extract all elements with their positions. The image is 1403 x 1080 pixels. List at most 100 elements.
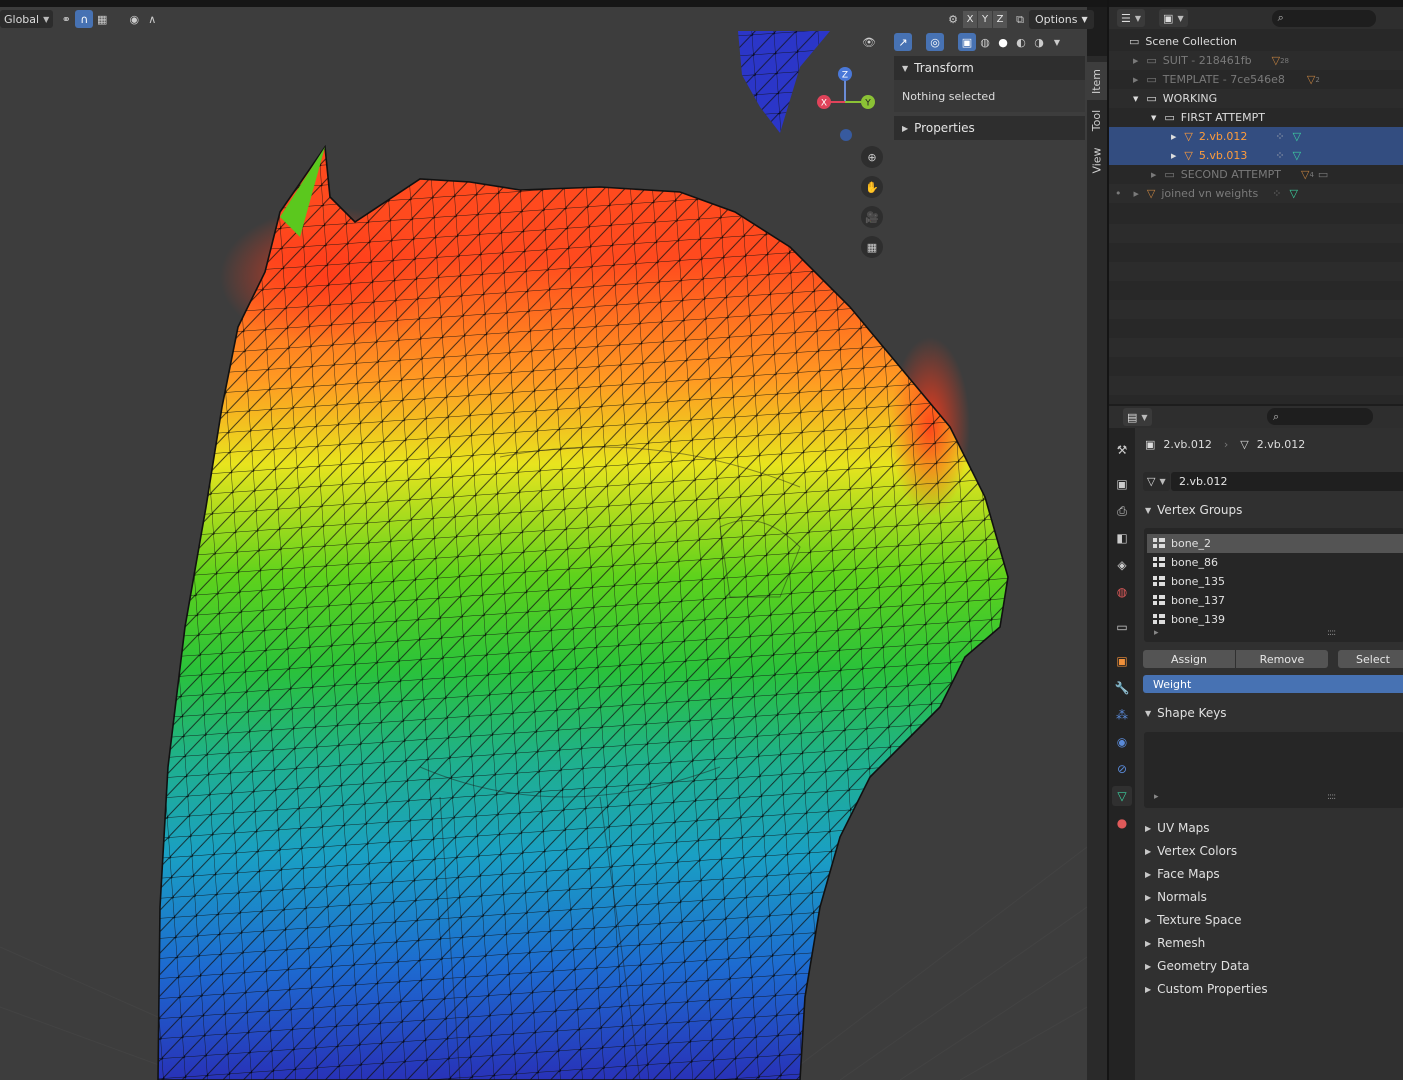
gizmo-neg-z-axis[interactable]: [840, 129, 852, 141]
scene-tab-icon[interactable]: ◈: [1112, 555, 1132, 575]
snap-target-icon[interactable]: ▦: [93, 10, 111, 28]
vertex-groups-icon: ⁘: [1275, 149, 1285, 162]
mesh-browse-dropdown[interactable]: ▽ ▼: [1143, 472, 1170, 491]
filter-dropdown[interactable]: ▣ ▼: [1159, 9, 1188, 27]
list-item[interactable]: bone_86: [1147, 553, 1403, 572]
list-resize-handle[interactable]: ::::: [1327, 628, 1336, 638]
xray-toggle-icon[interactable]: ▣: [958, 33, 976, 51]
ortho-grid-icon[interactable]: ▦: [861, 236, 883, 258]
mirror-icon[interactable]: ⚙: [944, 11, 962, 29]
uv-maps-header[interactable]: ▶ UV Maps: [1135, 817, 1403, 839]
list-item[interactable]: bone_139: [1147, 610, 1403, 629]
outliner-row-5-vb-013[interactable]: ▶ ▽ 5.vb.013 ⁘ ▽: [1109, 146, 1403, 165]
outliner-row-template[interactable]: ▶ ▭ TEMPLATE - 7ce546e8 ▽ 2: [1109, 70, 1403, 89]
axis-x-button[interactable]: X: [963, 11, 977, 28]
list-expand-icon[interactable]: ▸: [1154, 628, 1158, 638]
object-tab-icon[interactable]: ▣: [1112, 651, 1132, 671]
mesh-icon: ▽: [1300, 168, 1310, 181]
orientation-dropdown[interactable]: Global ▼: [0, 10, 54, 28]
world-tab-icon[interactable]: ◍: [1112, 582, 1132, 602]
list-item[interactable]: bone_137: [1147, 591, 1403, 610]
overlay-toggle-icon[interactable]: ◎: [926, 33, 944, 51]
outliner-search-input[interactable]: ⌕: [1271, 9, 1376, 27]
axis-z-button[interactable]: Z: [993, 11, 1007, 28]
visibility-icon[interactable]: 👁: [860, 33, 878, 51]
properties-header[interactable]: ▶ Properties: [894, 116, 1085, 140]
physics-tab-icon[interactable]: ◉: [1112, 732, 1132, 752]
tab-view[interactable]: View: [1087, 142, 1107, 178]
editor-type-dropdown[interactable]: ▤ ▼: [1123, 408, 1152, 426]
section-label: Custom Properties: [1157, 982, 1268, 996]
3d-viewport[interactable]: [0, 7, 1087, 1080]
expand-triangle-icon: ▶: [1145, 938, 1152, 948]
geometry-data-header[interactable]: ▶ Geometry Data: [1135, 955, 1403, 977]
solid-shading-icon[interactable]: ●: [994, 33, 1012, 51]
zoom-icon[interactable]: ⊕: [861, 146, 883, 168]
shape-keys-list: ▸ ::::: [1144, 732, 1403, 808]
weight-slider[interactable]: Weight: [1143, 675, 1403, 693]
list-resize-handle[interactable]: ::::: [1327, 792, 1336, 802]
list-item[interactable]: bone_135: [1147, 572, 1403, 591]
mesh-data-tab-icon[interactable]: ▽: [1112, 786, 1132, 806]
axis-y-button[interactable]: Y: [978, 11, 992, 28]
modifier-wrench-icon[interactable]: 🔧: [1112, 678, 1132, 698]
tool-tab-icon[interactable]: ⚒: [1112, 440, 1132, 460]
outliner-row-scene-collection[interactable]: ▭ Scene Collection: [1109, 32, 1403, 51]
transform-body: Nothing selected: [894, 80, 1085, 112]
tab-tool[interactable]: Tool: [1087, 102, 1107, 138]
shading-options-icon[interactable]: ▼: [1048, 33, 1066, 51]
list-item[interactable]: bone_2: [1147, 534, 1403, 553]
navigation-gizmo[interactable]: Z X Y: [810, 62, 880, 142]
wireframe-shading-icon[interactable]: ◍: [976, 33, 994, 51]
vertex-colors-header[interactable]: ▶ Vertex Colors: [1135, 840, 1403, 862]
options-dropdown[interactable]: Options ▼: [1029, 10, 1094, 29]
rendered-shading-icon[interactable]: ◑: [1030, 33, 1048, 51]
face-maps-header[interactable]: ▶ Face Maps: [1135, 863, 1403, 885]
display-mode-dropdown[interactable]: ☰ ▼: [1117, 9, 1146, 27]
mesh-object-icon: ▽: [1184, 149, 1193, 162]
custom-properties-header[interactable]: ▶ Custom Properties: [1135, 978, 1403, 1000]
expand-triangle-icon: ▶: [1171, 132, 1177, 141]
list-expand-icon[interactable]: ▸: [1154, 792, 1158, 802]
tab-item[interactable]: Item: [1087, 62, 1107, 100]
outliner-row-first-attempt[interactable]: ▼ ▭ FIRST ATTEMPT: [1109, 108, 1403, 127]
particles-tab-icon[interactable]: ⁂: [1112, 705, 1132, 725]
properties-search-input[interactable]: ⌕: [1267, 408, 1373, 425]
outliner-row-second-attempt[interactable]: ▶ ▭ SECOND ATTEMPT ▽ 4 ▭: [1109, 165, 1403, 184]
snap-magnet-icon[interactable]: ∩: [75, 10, 94, 28]
collection-tab-icon[interactable]: ▭: [1112, 617, 1132, 637]
outliner-row-working[interactable]: ▼ ▭ WORKING: [1109, 89, 1403, 108]
texture-space-header[interactable]: ▶ Texture Space: [1135, 909, 1403, 931]
falloff-curve-icon[interactable]: ∧: [143, 10, 161, 28]
vertex-groups-header[interactable]: ▼ Vertex Groups: [1135, 499, 1403, 521]
output-tab-icon[interactable]: ⎙: [1112, 501, 1132, 521]
constraints-tab-icon[interactable]: ⊘: [1112, 759, 1132, 779]
gizmo-toggle-icon[interactable]: ↗: [894, 33, 912, 51]
auto-mirror-icon[interactable]: ⧉: [1011, 11, 1029, 29]
normals-header[interactable]: ▶ Normals: [1135, 886, 1403, 908]
shape-keys-header[interactable]: ▼ Shape Keys: [1135, 702, 1403, 724]
outliner-row-joined-vn-weights[interactable]: • ▶ ▽ joined vn weights ⁘ ▽: [1109, 184, 1403, 203]
remesh-header[interactable]: ▶ Remesh: [1135, 932, 1403, 954]
orientation-label: Global: [4, 12, 40, 26]
remove-label: Remove: [1259, 652, 1305, 666]
outliner-row-label: Scene Collection: [1145, 35, 1237, 48]
chevron-down-icon: ▼: [1134, 13, 1142, 23]
camera-icon[interactable]: 🎥: [861, 206, 883, 228]
assign-button[interactable]: Assign: [1143, 650, 1235, 668]
chevron-down-icon: ▼: [1141, 412, 1148, 422]
collection-icon: ▭: [1146, 54, 1157, 67]
material-tab-icon[interactable]: ●: [1112, 813, 1132, 833]
pivot-icon[interactable]: ⚭: [57, 10, 75, 28]
proportional-edit-icon[interactable]: ◉: [125, 10, 143, 28]
material-shading-icon[interactable]: ◐: [1012, 33, 1030, 51]
render-tab-icon[interactable]: ▣: [1112, 474, 1132, 494]
outliner-row-2-vb-012[interactable]: ▶ ▽ 2.vb.012 ⁘ ▽: [1109, 127, 1403, 146]
select-button[interactable]: Select: [1338, 650, 1403, 668]
view-layer-tab-icon[interactable]: ◧: [1112, 528, 1132, 548]
transform-header[interactable]: ▼ Transform: [894, 56, 1085, 80]
remove-button[interactable]: Remove: [1236, 650, 1328, 668]
pan-hand-icon[interactable]: ✋: [861, 176, 883, 198]
outliner-row-suit[interactable]: ▶ ▭ SUIT - 218461fb ▽ 28: [1109, 51, 1403, 70]
mesh-name-field[interactable]: 2.vb.012: [1171, 472, 1403, 491]
